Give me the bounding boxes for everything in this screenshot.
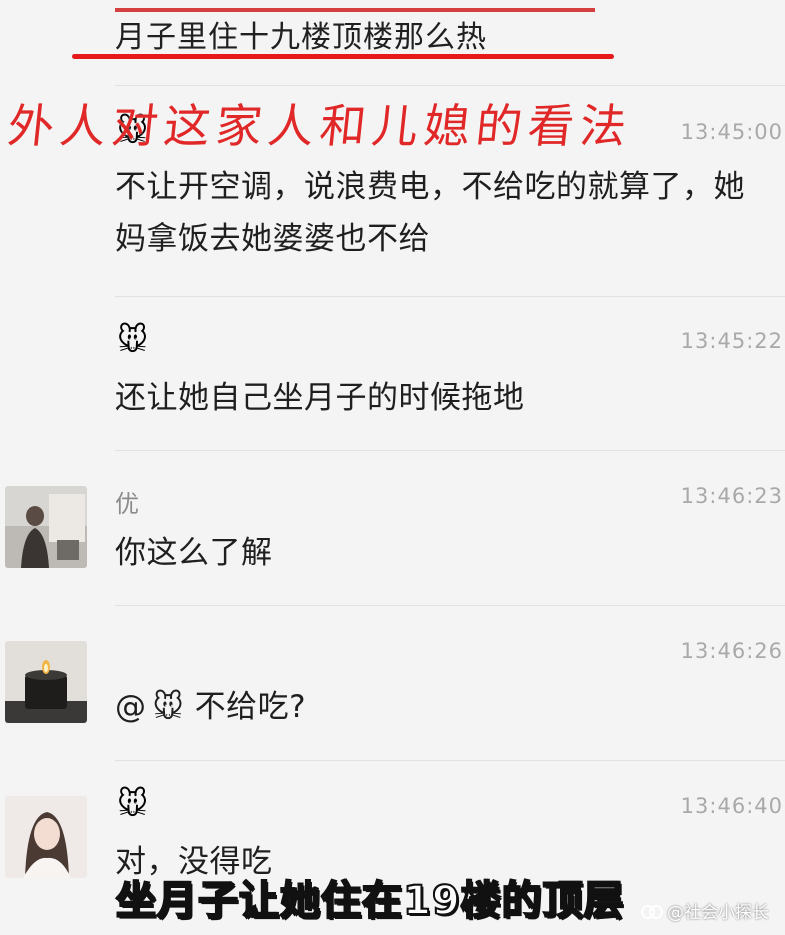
mouse-emoji-avatar-icon: 🐭 <box>117 787 149 822</box>
girl-avatar-icon <box>5 796 87 878</box>
avatar-photo-icon <box>5 486 87 568</box>
previous-message-text: 月子里住十九楼顶楼那么热 <box>115 20 487 55</box>
watermark: @社会小探长 <box>641 898 769 923</box>
message-timestamp: 13:45:00 <box>680 120 783 144</box>
mouse-emoji-mention-icon: 🐭 <box>152 690 185 725</box>
red-underline-annotation <box>72 54 614 59</box>
avatar[interactable] <box>5 796 87 878</box>
avatar[interactable] <box>5 486 87 568</box>
mention-symbol: @ <box>115 689 147 725</box>
message-divider <box>115 296 785 297</box>
message-text: 不让开空调，说浪费电，不给吃的就算了，她妈拿饭去她婆婆也不给 <box>115 169 745 257</box>
mouse-emoji-avatar-icon: 🐭 <box>117 323 149 358</box>
message-body: 不给吃? <box>194 689 307 725</box>
message-divider <box>115 605 785 606</box>
message-divider <box>115 450 785 451</box>
message-timestamp: 13:45:22 <box>680 329 783 353</box>
top-cropped-annotation <box>115 0 595 12</box>
candle-avatar-icon <box>5 641 87 723</box>
message-divider <box>115 85 785 86</box>
avatar[interactable] <box>5 641 87 723</box>
platform-logo-icon <box>641 905 663 919</box>
message-text: @ 🐭 不给吃? <box>115 681 755 733</box>
video-subtitle: 坐月子让她住在19楼的顶层 <box>115 877 625 925</box>
sender-name: 优 <box>115 490 139 518</box>
message-text: 你这么了解 <box>115 535 273 571</box>
message-timestamp: 13:46:23 <box>680 484 783 508</box>
chat-screen: 月子里住十九楼顶楼那么热 🐭 13:45:00 不让开空调，说浪费电，不给吃的就… <box>0 0 785 935</box>
handwritten-annotation-title: 外人对这家人和儿媳的看法 <box>5 99 635 153</box>
message-timestamp: 13:46:26 <box>680 639 783 663</box>
watermark-text: @社会小探长 <box>667 903 769 923</box>
message-text: 还让她自己坐月子的时候拖地 <box>115 380 525 416</box>
message-divider <box>115 760 785 761</box>
message-timestamp: 13:46:40 <box>680 794 783 818</box>
